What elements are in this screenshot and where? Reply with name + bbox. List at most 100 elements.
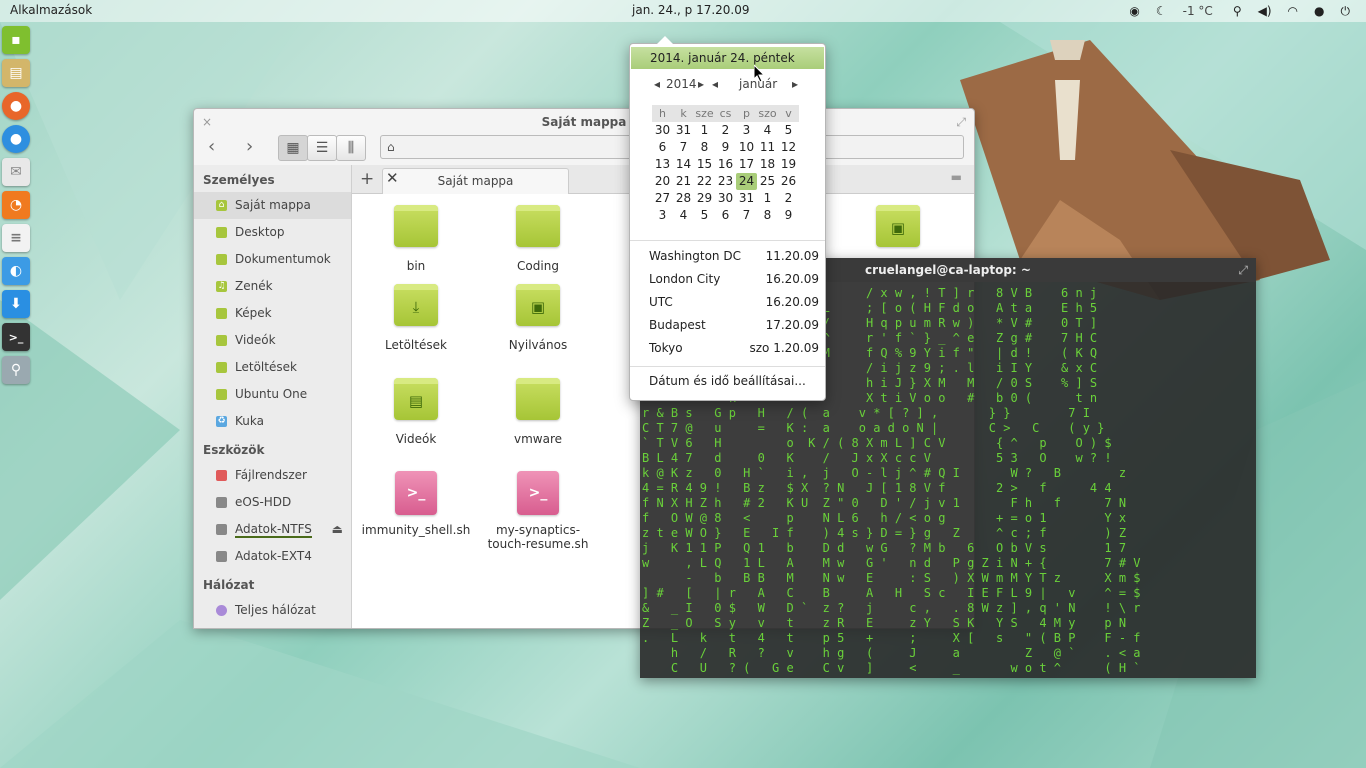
file-item[interactable]: ⤓ Letöltések bbox=[356, 284, 476, 352]
temperature-label[interactable]: -1 °C bbox=[1183, 4, 1213, 18]
calendar-day[interactable]: 21 bbox=[673, 173, 694, 190]
calendar-day[interactable]: 6 bbox=[652, 139, 673, 156]
calendar-full-date[interactable]: 2014. január 24. péntek bbox=[631, 47, 824, 69]
calendar-day[interactable]: 26 bbox=[778, 173, 799, 190]
calendar-day[interactable]: 13 bbox=[652, 156, 673, 173]
sidebar-item-pictures[interactable]: Képek bbox=[194, 300, 351, 327]
eject-icon[interactable]: ⏏ bbox=[332, 516, 343, 543]
datetime-settings-link[interactable]: Dátum és idő beállításai... bbox=[649, 374, 806, 388]
calendar-day[interactable]: 10 bbox=[736, 139, 757, 156]
fm-titlebar[interactable]: × Saját mappa ⤢ bbox=[194, 109, 974, 133]
grid-view-button[interactable]: ▦ bbox=[278, 135, 308, 161]
month-next-icon[interactable]: ▸ bbox=[792, 77, 798, 91]
file-item[interactable]: ▤ Videók bbox=[356, 378, 476, 446]
maximize-icon[interactable]: ⤢ bbox=[956, 109, 966, 135]
sidebar-item-adatok-ext4[interactable]: Adatok-EXT4 bbox=[194, 543, 351, 570]
calendar-day[interactable]: 7 bbox=[736, 207, 757, 224]
download-icon[interactable]: ⬇ bbox=[2, 290, 30, 318]
restore-tab-icon[interactable]: ▬ bbox=[951, 170, 962, 184]
calendar-day[interactable]: 9 bbox=[715, 139, 736, 156]
chat-icon[interactable]: ● bbox=[1314, 4, 1324, 18]
sidebar-item-home[interactable]: ⌂ Saját mappa bbox=[194, 192, 351, 219]
month-prev-icon[interactable]: ◂ bbox=[712, 77, 718, 91]
chat-icon[interactable]: ● bbox=[2, 125, 30, 153]
sidebar-item-eos-hdd[interactable]: eOS-HDD bbox=[194, 489, 351, 516]
calendar-day[interactable]: 8 bbox=[757, 207, 778, 224]
wifi-icon[interactable]: ◠ bbox=[1288, 4, 1298, 18]
calendar-day[interactable]: 22 bbox=[694, 173, 715, 190]
file-item[interactable]: ▣ Nyilvános bbox=[478, 284, 598, 352]
file-item[interactable]: ▣ bbox=[838, 205, 958, 259]
column-view-button[interactable]: ⫼ bbox=[336, 135, 366, 161]
file-item[interactable]: Coding bbox=[478, 205, 598, 273]
calendar-day[interactable]: 24 bbox=[736, 173, 757, 190]
calendar-day[interactable]: 4 bbox=[757, 122, 778, 139]
sidebar-item-music[interactable]: ♫ Zenék bbox=[194, 273, 351, 300]
new-tab-button[interactable]: + bbox=[360, 169, 374, 189]
mail-icon[interactable]: ✉ bbox=[2, 158, 30, 186]
sidebar-item-downloads[interactable]: Letöltések bbox=[194, 354, 351, 381]
calendar-day[interactable]: 27 bbox=[652, 190, 673, 207]
applications-menu[interactable]: Alkalmazások bbox=[10, 3, 92, 17]
calendar-day[interactable]: 19 bbox=[778, 156, 799, 173]
calendar-day[interactable]: 7 bbox=[673, 139, 694, 156]
year-prev-icon[interactable]: ◂ bbox=[654, 77, 660, 91]
terminal-icon[interactable]: >_ bbox=[2, 323, 30, 351]
calendar-day[interactable]: 8 bbox=[694, 139, 715, 156]
calendar-day[interactable]: 15 bbox=[694, 156, 715, 173]
calendar-day[interactable]: 6 bbox=[715, 207, 736, 224]
calendar-day[interactable]: 23 bbox=[715, 173, 736, 190]
panel-clock[interactable]: jan. 24., p 17.20.09 bbox=[632, 3, 750, 17]
calendar-day[interactable]: 17 bbox=[736, 156, 757, 173]
calendar-day[interactable]: 11 bbox=[757, 139, 778, 156]
calendar-day[interactable]: 4 bbox=[673, 207, 694, 224]
list-view-button[interactable]: ☰ bbox=[307, 135, 337, 161]
file-item[interactable]: bin bbox=[356, 205, 476, 273]
year-next-icon[interactable]: ▸ bbox=[698, 77, 704, 91]
notes-icon[interactable]: ≡ bbox=[2, 224, 30, 252]
calendar-day[interactable]: 28 bbox=[673, 190, 694, 207]
sidebar-item-documents[interactable]: Dokumentumok bbox=[194, 246, 351, 273]
maximize-icon[interactable]: ⤢ bbox=[1238, 258, 1248, 282]
power-icon[interactable]: ⏻ bbox=[1341, 4, 1351, 19]
magnifier-icon[interactable]: ⚲ bbox=[2, 356, 30, 384]
calendar-day[interactable]: 3 bbox=[736, 122, 757, 139]
calendar-day[interactable]: 30 bbox=[715, 190, 736, 207]
forward-icon[interactable]: › bbox=[246, 136, 253, 157]
calendar-day[interactable]: 14 bbox=[673, 156, 694, 173]
sidebar-item-ubuntu-one[interactable]: Ubuntu One bbox=[194, 381, 351, 408]
sidebar-item-filesystem[interactable]: Fájlrendszer bbox=[194, 462, 351, 489]
weather-icon[interactable]: ☾ bbox=[1156, 4, 1167, 18]
firefox-icon[interactable]: ● bbox=[2, 92, 30, 120]
sidebar-item-desktop[interactable]: Desktop bbox=[194, 219, 351, 246]
sidebar-item-adatok-ntfs[interactable]: Adatok-NTFS ⏏ bbox=[194, 516, 351, 543]
file-item[interactable]: >_ immunity_shell.sh bbox=[356, 471, 476, 537]
search-icon[interactable]: ⚲ bbox=[1233, 4, 1242, 18]
calendar-day[interactable]: 1 bbox=[757, 190, 778, 207]
calendar-day[interactable]: 30 bbox=[652, 122, 673, 139]
calendar-day[interactable]: 9 bbox=[778, 207, 799, 224]
close-tab-icon[interactable]: ✕ bbox=[386, 169, 399, 187]
calendar-day[interactable]: 12 bbox=[778, 139, 799, 156]
calendar-day[interactable]: 5 bbox=[694, 207, 715, 224]
calendar-day[interactable]: 5 bbox=[778, 122, 799, 139]
calendar-day[interactable]: 31 bbox=[673, 122, 694, 139]
back-icon[interactable]: ‹ bbox=[208, 136, 215, 157]
home-icon[interactable]: ⌂ bbox=[387, 140, 395, 154]
calendar-day[interactable]: 29 bbox=[694, 190, 715, 207]
volume-icon[interactable]: ◀) bbox=[1258, 4, 1272, 18]
rss-icon[interactable]: ◔ bbox=[2, 191, 30, 219]
location-icon[interactable]: ◉ bbox=[1129, 4, 1139, 18]
calendar-day[interactable]: 16 bbox=[715, 156, 736, 173]
file-item[interactable]: >_ my-synaptics-touch-resume.sh bbox=[478, 471, 598, 551]
tab-home[interactable]: Saját mappa bbox=[382, 168, 569, 194]
sidebar-item-network[interactable]: Teljes hálózat bbox=[194, 597, 351, 624]
multitasking-icon[interactable]: ▪ bbox=[2, 26, 30, 54]
calendar-day[interactable]: 20 bbox=[652, 173, 673, 190]
calendar-day[interactable]: 2 bbox=[715, 122, 736, 139]
calendar-day[interactable]: 25 bbox=[757, 173, 778, 190]
switchboard-icon[interactable]: ◐ bbox=[2, 257, 30, 285]
calendar-day[interactable]: 2 bbox=[778, 190, 799, 207]
files-icon[interactable]: ▤ bbox=[2, 59, 30, 87]
calendar-day[interactable]: 1 bbox=[694, 122, 715, 139]
